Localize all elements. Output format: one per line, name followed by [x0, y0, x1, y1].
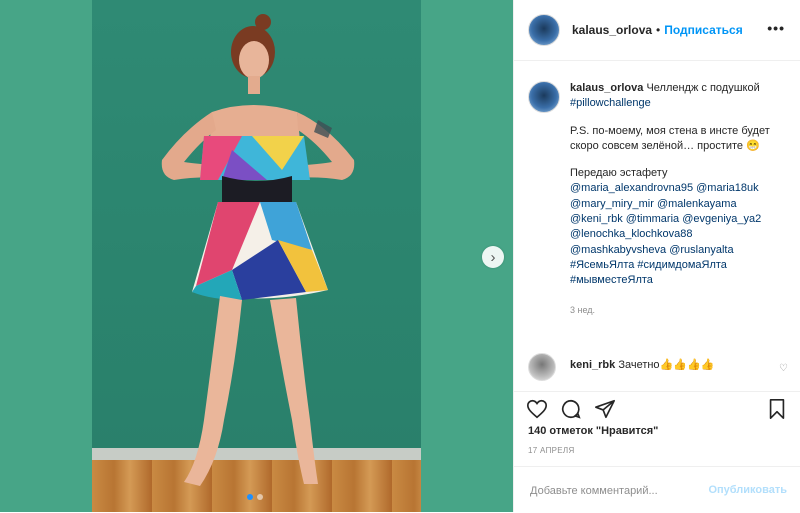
author-username[interactable]: kalaus_orlova — [572, 23, 652, 37]
mention-line[interactable]: @mary_miry_mir @malenkayama — [570, 197, 788, 212]
commenter-username[interactable]: keni_rbk — [570, 359, 615, 371]
mention-line[interactable]: @mashkabyvsheva @ruslanyalta — [570, 243, 788, 258]
follow-button[interactable]: Подписаться — [664, 23, 742, 37]
mention-line[interactable]: @lenochka_klochkova88 — [570, 227, 788, 242]
share-icon[interactable] — [594, 398, 616, 420]
post-sidebar: kalaus_orlova • Подписаться ••• kalaus_o… — [513, 0, 800, 512]
bookmark-icon[interactable] — [766, 398, 788, 420]
caption-time: 3 нед. — [570, 304, 596, 315]
add-comment-bar: Опубликовать — [514, 466, 800, 513]
comment-icon[interactable] — [560, 398, 582, 420]
caption-avatar[interactable] — [528, 81, 560, 113]
publish-button[interactable]: Опубликовать — [708, 484, 787, 496]
post-header: kalaus_orlova • Подписаться ••• — [514, 0, 800, 61]
author-avatar[interactable] — [528, 14, 560, 46]
header-separator: • — [656, 23, 661, 37]
mention-line[interactable]: @maria_alexandrovna95 @maria18uk — [570, 181, 788, 196]
more-options-icon[interactable]: ••• — [767, 20, 785, 36]
caption-body: kalaus_orlova Челлендж с подушкой #pillo… — [570, 81, 788, 318]
caption-username[interactable]: kalaus_orlova — [570, 82, 643, 94]
caption-ps: P.S. по-моему, моя стена в инсте будет с… — [570, 124, 770, 152]
comment-text: Зачетно👍👍👍👍 — [618, 359, 715, 371]
photo-figure — [161, 14, 355, 486]
comment-like-icon[interactable]: ♡ — [779, 363, 788, 374]
slide-indicator — [247, 494, 263, 500]
mention-line[interactable]: @keni_rbk @timmaria @evgeniya_ya2 — [570, 212, 788, 227]
comment-body: keni_rbk Зачетно👍👍👍👍 — [570, 358, 714, 371]
post-media[interactable]: › — [0, 0, 513, 512]
hashtag-line[interactable]: #мывместеЯлта — [570, 273, 788, 288]
post-date: 17 АПРЕЛЯ — [528, 446, 575, 455]
heart-icon[interactable] — [526, 398, 548, 420]
likes-count[interactable]: 140 отметок "Нравится" — [528, 425, 658, 437]
chevron-right-icon: › — [490, 248, 496, 266]
comments-area[interactable]: kalaus_orlova Челлендж с подушкой #pillo… — [514, 61, 800, 391]
comment-input[interactable] — [528, 480, 702, 502]
slide-dot-2 — [257, 494, 263, 500]
post-viewer: › kalaus_orlova • Подписаться ••• kalaus… — [0, 0, 800, 512]
hashtag-line[interactable]: #ЯсемьЯлта #сидимдомаЯлта — [570, 258, 788, 273]
post-actions — [514, 391, 800, 424]
next-slide-button[interactable]: › — [482, 246, 504, 268]
slide-dot-1 — [247, 494, 253, 500]
caption-text: Челлендж с подушкой — [646, 82, 760, 94]
commenter-avatar[interactable] — [528, 353, 556, 381]
hashtag-link[interactable]: #pillowchallenge — [570, 96, 788, 111]
caption-relay: Передаю эстафету — [570, 167, 668, 180]
